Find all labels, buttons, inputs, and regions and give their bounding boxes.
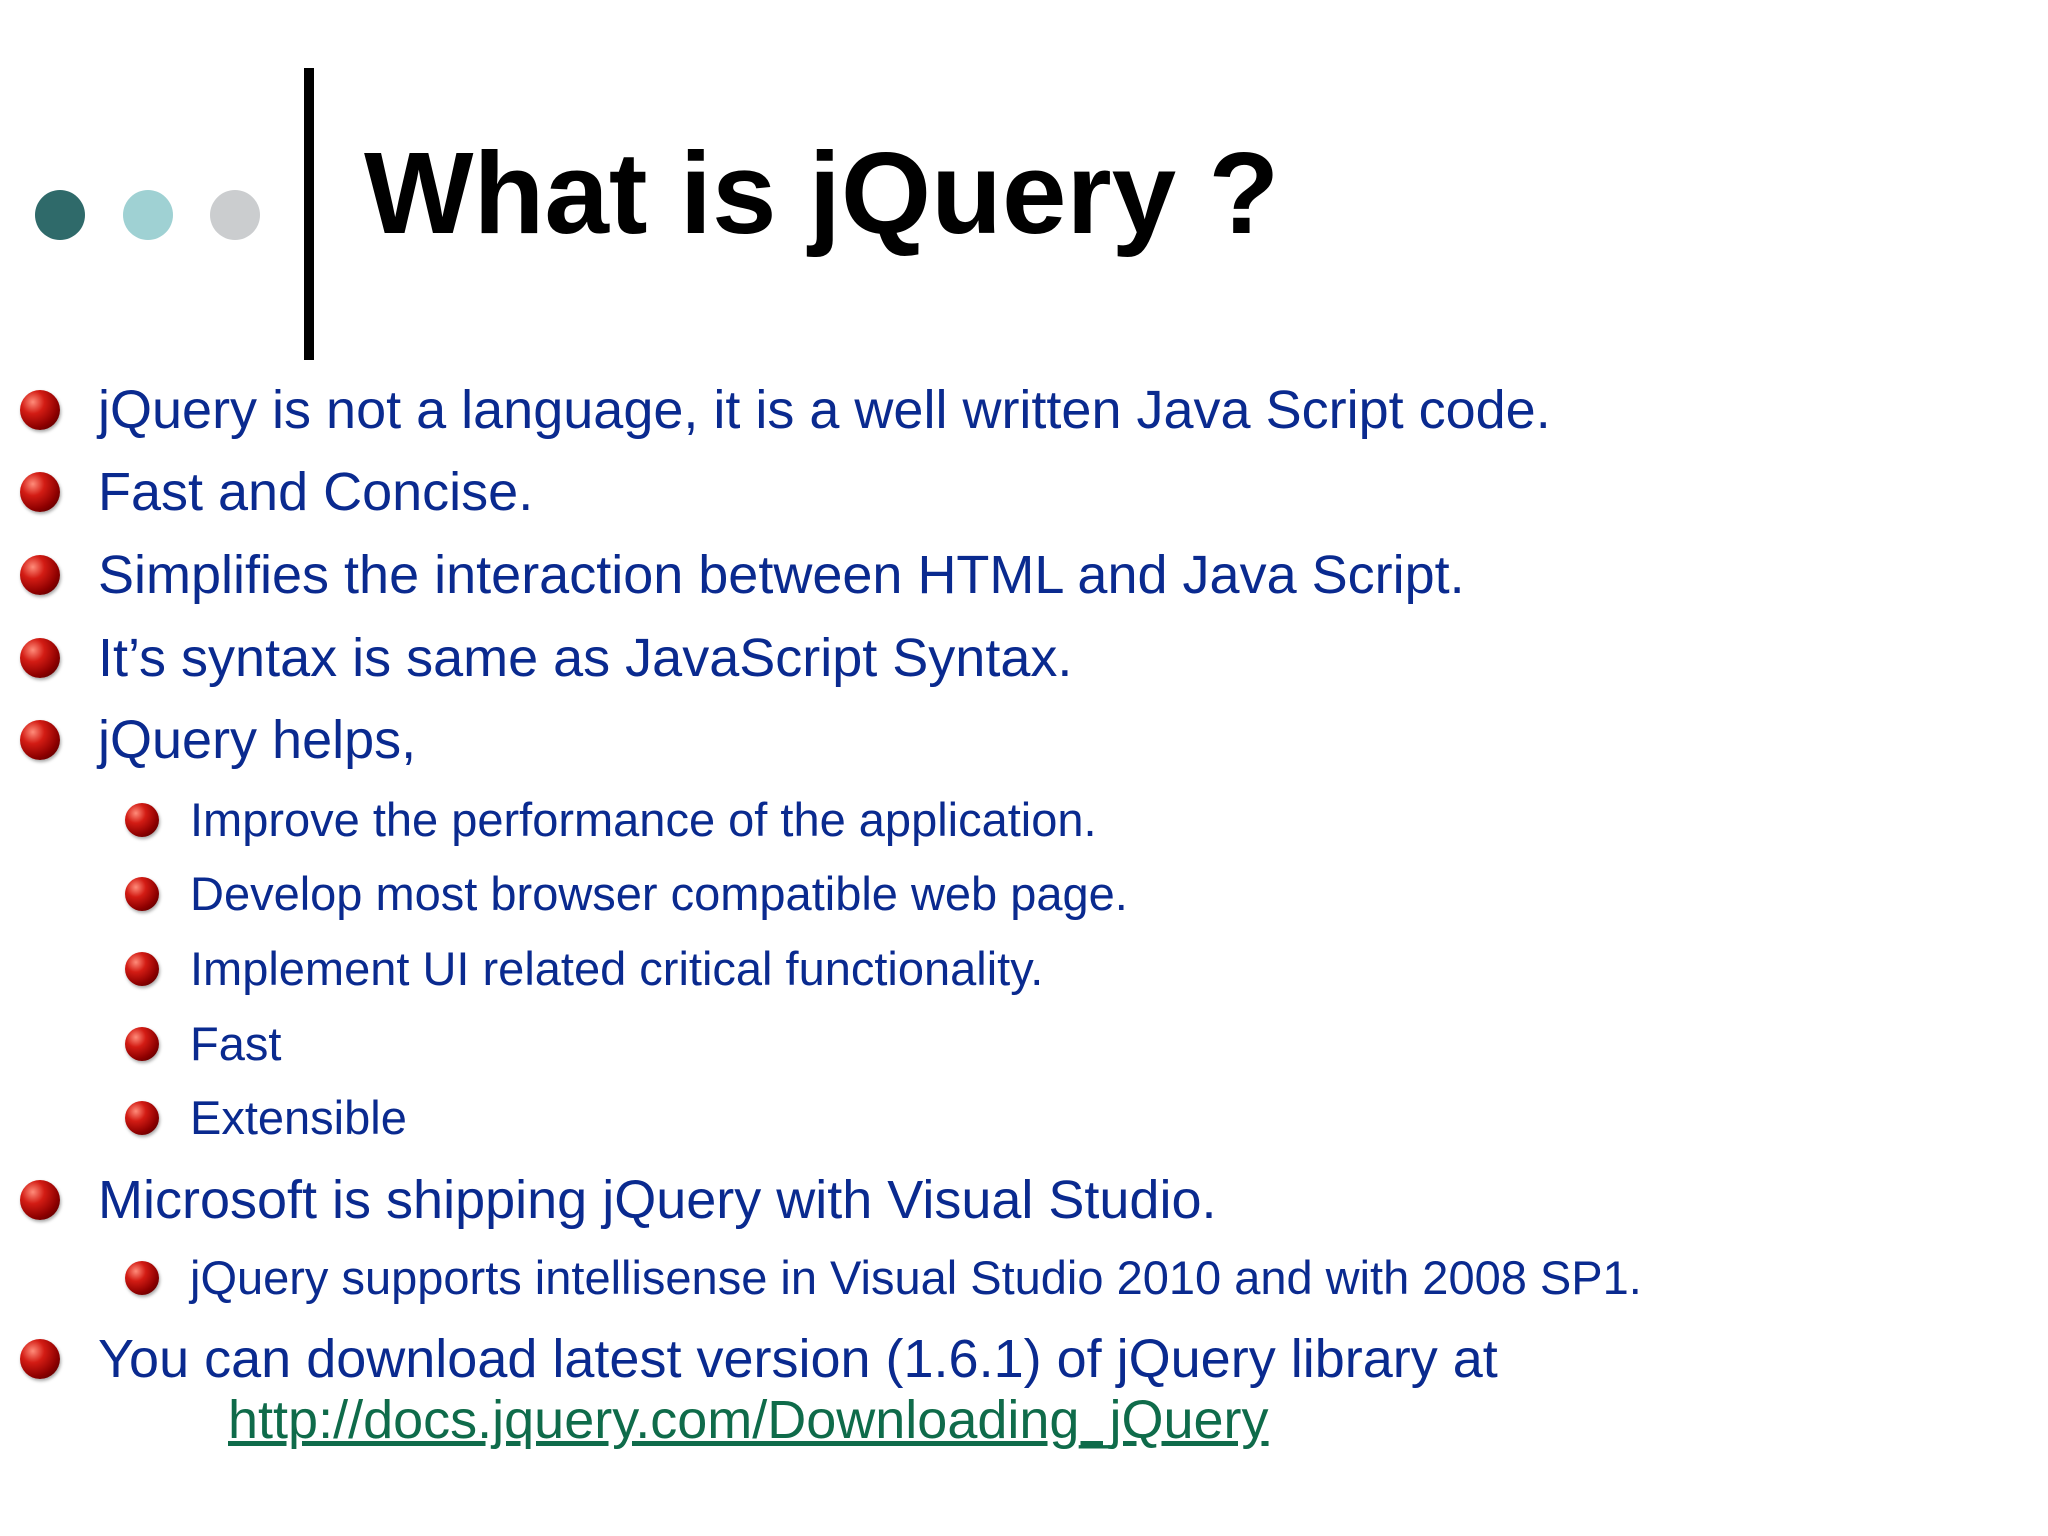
bullet-item: jQuery helps,	[20, 708, 417, 772]
sub-bullet-item: Improve the performance of the applicati…	[125, 792, 1097, 848]
sub-bullet-item: Fast	[125, 1016, 282, 1072]
bullet-item: jQuery is not a language, it is a well w…	[20, 378, 1551, 442]
bullet-icon	[125, 877, 159, 911]
bullet-item: Simplifies the interaction between HTML …	[20, 543, 1465, 607]
bullet-icon	[20, 1339, 60, 1379]
bullet-text: jQuery is not a language, it is a well w…	[98, 380, 1551, 440]
bullet-text: jQuery helps,	[98, 710, 417, 770]
bullet-text: Develop most browser compatible web page…	[190, 867, 1128, 920]
slide: What is jQuery ? jQuery is not a languag…	[0, 0, 2048, 1536]
sub-bullet-item: Develop most browser compatible web page…	[125, 866, 1128, 922]
bullet-text: You can download latest version (1.6.1) …	[98, 1329, 1498, 1389]
bullet-icon	[125, 952, 159, 986]
bullet-icon	[20, 555, 60, 595]
bullet-text: Improve the performance of the applicati…	[190, 793, 1097, 846]
bullet-icon	[20, 390, 60, 430]
bullet-icon	[125, 803, 159, 837]
bullet-item: Microsoft is shipping jQuery with Visual…	[20, 1168, 1217, 1232]
bullet-icon	[125, 1261, 159, 1295]
bullet-icon	[20, 720, 60, 760]
bullet-item: Fast and Concise.	[20, 460, 534, 524]
bullet-text: Microsoft is shipping jQuery with Visual…	[98, 1170, 1217, 1230]
bullet-text: It’s syntax is same as JavaScript Syntax…	[98, 628, 1073, 688]
bullet-icon	[20, 638, 60, 678]
bullet-icon	[125, 1101, 159, 1135]
bullet-text: Simplifies the interaction between HTML …	[98, 545, 1465, 605]
bullet-text: Extensible	[190, 1091, 407, 1144]
download-link[interactable]: http://docs.jquery.com/Downloading_jQuer…	[228, 1388, 1269, 1452]
bullet-text: jQuery supports intellisense in Visual S…	[190, 1251, 1642, 1304]
bullet-item: You can download latest version (1.6.1) …	[20, 1327, 1498, 1391]
bullet-icon	[20, 472, 60, 512]
sub-bullet-item: jQuery supports intellisense in Visual S…	[125, 1250, 1642, 1306]
bullet-icon	[125, 1027, 159, 1061]
bullet-list: jQuery is not a language, it is a well w…	[0, 0, 2048, 1536]
bullet-text: Fast	[190, 1017, 282, 1070]
bullet-item: It’s syntax is same as JavaScript Syntax…	[20, 626, 1073, 690]
bullet-text: Fast and Concise.	[98, 462, 534, 522]
bullet-text: Implement UI related critical functional…	[190, 942, 1044, 995]
bullet-icon	[20, 1180, 60, 1220]
sub-bullet-item: Implement UI related critical functional…	[125, 941, 1044, 997]
sub-bullet-item: Extensible	[125, 1090, 407, 1146]
